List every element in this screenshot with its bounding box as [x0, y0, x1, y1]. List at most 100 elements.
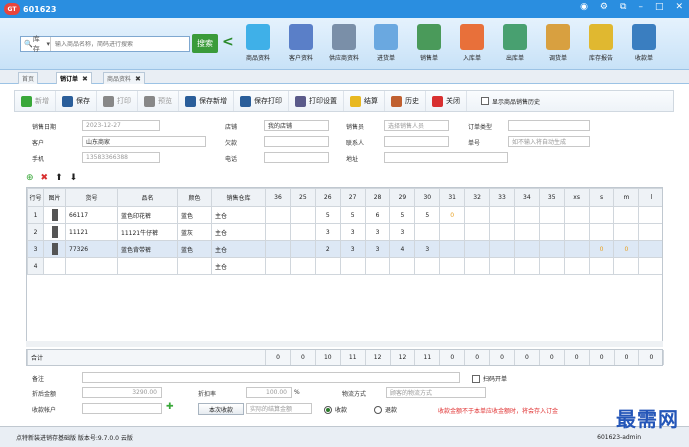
cell-size-qty[interactable]: 0: [613, 240, 640, 258]
column-header[interactable]: s: [588, 188, 615, 207]
restore-icon[interactable]: ⧉: [620, 2, 626, 12]
cell-img[interactable]: [43, 206, 66, 224]
cell-size-qty[interactable]: 5: [389, 206, 416, 224]
column-header[interactable]: 32: [464, 188, 491, 207]
cell-size-qty[interactable]: [414, 257, 441, 275]
contact-field[interactable]: [384, 136, 449, 147]
nav-button-9[interactable]: 收款单: [625, 24, 663, 68]
cell-size-qty[interactable]: [563, 257, 590, 275]
cell-size-qty[interactable]: [563, 223, 590, 241]
cell-no[interactable]: 1: [27, 206, 44, 224]
cell-size-qty[interactable]: [464, 257, 491, 275]
cell-size-qty[interactable]: 3: [414, 240, 441, 258]
table-row[interactable]: 2 11121 11121牛仔裤 蓝灰 主仓 3 3 3 3: [27, 223, 662, 241]
cell-size-qty[interactable]: [538, 223, 565, 241]
toolbar-button-3[interactable]: 预览: [138, 91, 179, 111]
column-header[interactable]: 货号: [65, 188, 118, 207]
collapse-arrow-icon[interactable]: <: [222, 34, 234, 50]
cell-size-qty[interactable]: [439, 240, 466, 258]
cell-size-qty[interactable]: [513, 257, 540, 275]
nav-button-7[interactable]: 调货单: [539, 24, 577, 68]
column-header[interactable]: 品名: [117, 188, 178, 207]
cell-size-qty[interactable]: [265, 206, 291, 224]
close-icon[interactable]: ✖: [82, 75, 88, 83]
cell-size-qty[interactable]: 0: [588, 240, 615, 258]
maximize-button[interactable]: □: [655, 2, 664, 12]
store-select[interactable]: 我的店铺: [264, 120, 329, 131]
cell-size-qty[interactable]: [339, 257, 366, 275]
cell-size-qty[interactable]: 6: [364, 206, 391, 224]
close-icon[interactable]: ✖: [135, 75, 141, 83]
pay-amount-field[interactable]: 实际的结算金额: [246, 403, 312, 414]
show-history-checkbox[interactable]: 显示商品销售历史: [481, 97, 540, 106]
cell-size-qty[interactable]: [638, 240, 662, 258]
nav-button-5[interactable]: 入库单: [453, 24, 491, 68]
cell-color[interactable]: 蓝色: [177, 240, 212, 258]
cell-wh[interactable]: 主仓: [211, 257, 266, 275]
cell-size-qty[interactable]: [314, 257, 341, 275]
cell-size-qty[interactable]: [588, 223, 615, 241]
search-input[interactable]: [51, 40, 181, 48]
column-header[interactable]: 29: [389, 188, 416, 207]
cell-size-qty[interactable]: [265, 257, 291, 275]
toolbar-button-4[interactable]: 保存新增: [179, 91, 234, 111]
column-header[interactable]: 25: [289, 188, 316, 207]
cell-no[interactable]: 2: [27, 223, 44, 241]
cell-code[interactable]: 11121: [65, 223, 118, 241]
cell-size-qty[interactable]: [638, 223, 662, 241]
skin-icon[interactable]: ◉: [580, 2, 588, 12]
toolbar-button-8[interactable]: 历史: [385, 91, 426, 111]
column-header[interactable]: 图片: [43, 188, 66, 207]
nav-button-2[interactable]: 供应商资料: [325, 24, 363, 68]
cell-size-qty[interactable]: [489, 206, 515, 224]
cell-size-qty[interactable]: 3: [314, 223, 341, 241]
date-field[interactable]: 2023-12-27: [82, 120, 160, 131]
tab-product-info[interactable]: 商品资料 ✖: [103, 72, 145, 84]
settings-icon[interactable]: ⚙: [600, 2, 608, 12]
cell-size-qty[interactable]: [538, 206, 565, 224]
toolbar-button-7[interactable]: 结算: [344, 91, 385, 111]
cell-color[interactable]: [177, 257, 212, 275]
cell-size-qty[interactable]: [588, 206, 615, 224]
column-header[interactable]: 26: [314, 188, 341, 207]
phone-field[interactable]: 13583366388: [82, 152, 160, 163]
column-header[interactable]: 行号: [27, 188, 44, 207]
cell-size-qty[interactable]: [513, 206, 540, 224]
cell-wh[interactable]: 主仓: [211, 206, 266, 224]
column-header[interactable]: 销售仓库: [211, 188, 266, 207]
toolbar-button-5[interactable]: 保存打印: [234, 91, 289, 111]
column-header[interactable]: xs: [563, 188, 590, 207]
cell-img[interactable]: [43, 257, 66, 275]
cell-size-qty[interactable]: [289, 240, 316, 258]
amount-field[interactable]: 3290.00: [82, 387, 162, 398]
column-header[interactable]: 颜色: [177, 188, 212, 207]
column-header[interactable]: l: [638, 188, 662, 207]
cell-size-qty[interactable]: [464, 206, 491, 224]
cell-size-qty[interactable]: [289, 223, 316, 241]
pay-button[interactable]: 本次收款: [198, 403, 244, 415]
column-header[interactable]: 27: [339, 188, 366, 207]
cell-code[interactable]: [65, 257, 118, 275]
cell-size-qty[interactable]: [289, 257, 316, 275]
cell-size-qty[interactable]: [563, 240, 590, 258]
cell-size-qty[interactable]: 5: [414, 206, 441, 224]
cell-size-qty[interactable]: 3: [364, 223, 391, 241]
minimize-button[interactable]: –: [638, 2, 643, 12]
cell-wh[interactable]: 主仓: [211, 240, 266, 258]
receive-radio[interactable]: 收款: [324, 405, 347, 414]
cell-no[interactable]: 3: [27, 240, 44, 258]
cell-size-qty[interactable]: [513, 223, 540, 241]
cell-size-qty[interactable]: 3: [364, 240, 391, 258]
tab-home[interactable]: 首页: [18, 72, 39, 84]
cell-no[interactable]: 4: [27, 257, 44, 275]
cell-name[interactable]: 11121牛仔裤: [117, 223, 178, 241]
delete-row-icon[interactable]: ✖: [41, 173, 49, 183]
nav-button-1[interactable]: 客户资料: [282, 24, 320, 68]
cell-size-qty[interactable]: [489, 257, 515, 275]
cell-size-qty[interactable]: [439, 223, 466, 241]
cell-size-qty[interactable]: 2: [314, 240, 341, 258]
horizontal-scrollbar[interactable]: [26, 341, 663, 347]
order-no-field[interactable]: 如不输入将自动生成: [508, 136, 590, 147]
column-header[interactable]: 34: [513, 188, 540, 207]
cell-size-qty[interactable]: [265, 223, 291, 241]
